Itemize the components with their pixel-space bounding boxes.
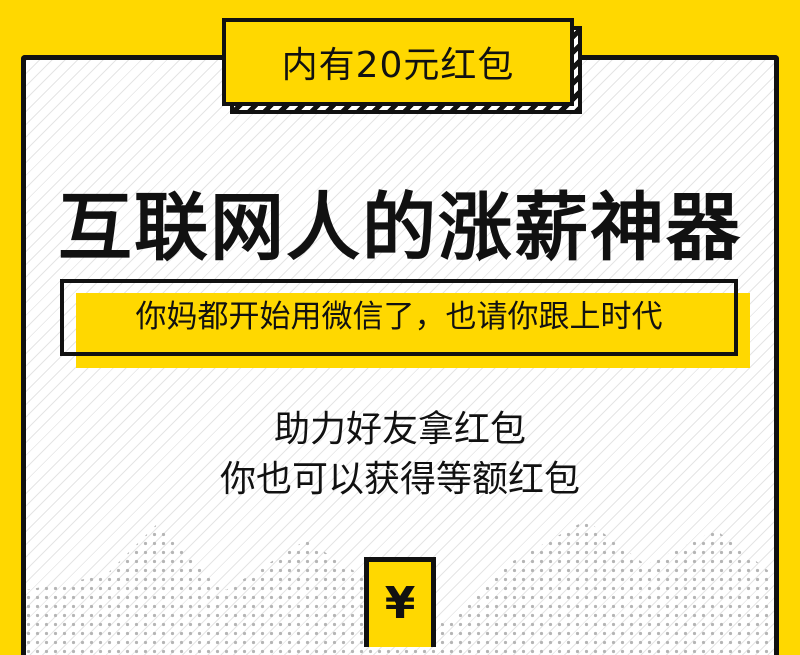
promo-line-1: 助力好友拿红包: [273, 409, 526, 450]
page-title: 互联网人的涨薪神器: [58, 185, 742, 271]
promo-line-2: 你也可以获得等额红包: [219, 459, 580, 500]
badge-text: 内有20元红包: [281, 45, 515, 86]
yen-button[interactable]: ¥: [364, 557, 436, 647]
badge-face: 内有20元红包: [222, 18, 574, 106]
yen-icon: ¥: [384, 578, 416, 629]
red-packet-badge: 内有20元红包: [222, 18, 590, 122]
subtitle-text: 你妈都开始用微信了，也请你跟上时代: [135, 299, 663, 335]
